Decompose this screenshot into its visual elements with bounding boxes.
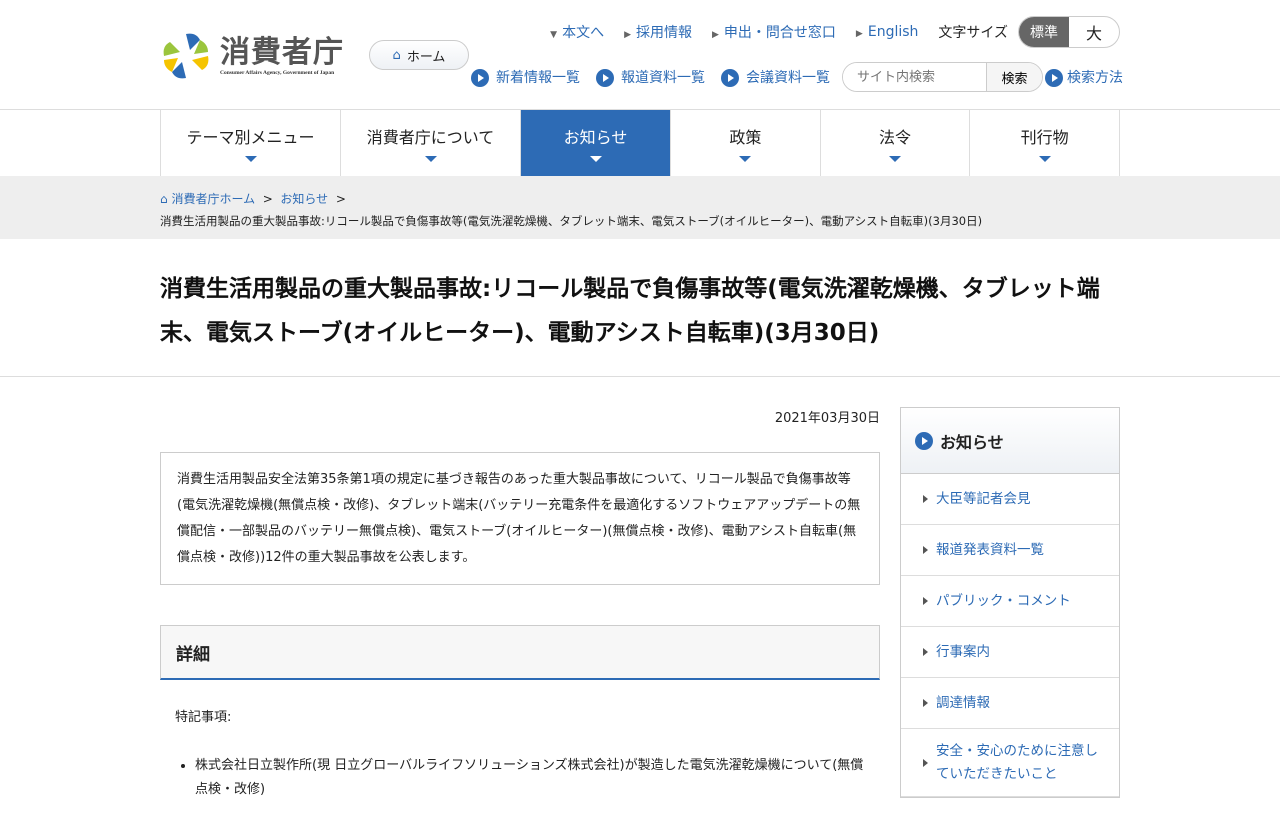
sidebar-item-safety[interactable]: 安全・安心のために注意していただきたいこと: [901, 729, 1119, 797]
search-input[interactable]: [843, 63, 986, 91]
new-info-link[interactable]: 新着情報一覧: [471, 67, 580, 87]
nav-publications[interactable]: 刊行物: [970, 110, 1121, 176]
triangle-right-icon: ▶: [624, 30, 631, 40]
breadcrumb: ⌂ 消費者庁ホーム > お知らせ > 消費生活用製品の重大製品事故:リコール製品…: [0, 176, 1280, 239]
logo-subtitle: Consumer Affairs Agency, Government of J…: [220, 70, 335, 76]
font-size-toggle: 標準 大: [1018, 16, 1120, 48]
nav-theme-menu[interactable]: テーマ別メニュー: [161, 110, 341, 176]
arrow-circle-icon: [721, 69, 739, 87]
font-size-large-button[interactable]: 大: [1069, 17, 1119, 47]
main-content: 2021年03月30日 消費生活用製品安全法第35条第1項の規定に基づき報告のあ…: [160, 407, 880, 828]
press-release-link[interactable]: 報道資料一覧: [596, 67, 705, 87]
sidebar-title: お知らせ: [940, 432, 1004, 452]
global-nav: テーマ別メニュー 消費者庁について お知らせ 政策 法令 刊行物: [160, 110, 1121, 176]
logo-mark-icon: [163, 33, 209, 79]
list-item: 株式会社日立製作所(現 日立グローバルライフソリューションズ株式会社)が製造した…: [195, 754, 865, 802]
chevron-down-icon: [424, 156, 437, 162]
home-label: ホーム: [406, 49, 446, 65]
chevron-down-icon: [889, 156, 901, 162]
english-link[interactable]: ▶ English: [856, 24, 918, 40]
logo[interactable]: 消費者庁 Consumer Affairs Agency, Government…: [160, 30, 344, 82]
arrow-circle-icon: [471, 69, 489, 87]
skip-to-content-link[interactable]: ▼ 本文へ: [550, 22, 604, 42]
logo-text: 消費者庁: [220, 35, 344, 70]
breadcrumb-home[interactable]: 消費者庁ホーム: [171, 192, 255, 206]
sidebar: お知らせ 大臣等記者会見 報道発表資料一覧 パブリック・コメント 行事案内 調達…: [900, 407, 1120, 798]
breadcrumb-current: 消費生活用製品の重大製品事故:リコール製品で負傷事故等(電気洗濯乾燥機、タブレッ…: [160, 214, 983, 228]
contact-link[interactable]: ▶ 申出・問合せ窓口: [712, 22, 836, 42]
home-icon: ⌂: [160, 192, 168, 206]
sidebar-item-press-releases[interactable]: 報道発表資料一覧: [901, 525, 1119, 576]
note-label: 特記事項:: [175, 710, 232, 725]
sidebar-item-public-comment[interactable]: パブリック・コメント: [901, 576, 1119, 627]
nav-policy[interactable]: 政策: [671, 110, 821, 176]
home-button[interactable]: ⌂ ホーム: [369, 40, 469, 70]
publish-date: 2021年03月30日: [774, 411, 880, 426]
arrow-circle-icon: [1045, 69, 1063, 87]
nav-about[interactable]: 消費者庁について: [341, 110, 521, 176]
sidebar-item-press-conference[interactable]: 大臣等記者会見: [901, 474, 1119, 525]
nav-news[interactable]: お知らせ: [521, 110, 671, 176]
site-header: 消費者庁 Consumer Affairs Agency, Government…: [0, 0, 1280, 110]
search-help-link[interactable]: 検索方法: [1045, 67, 1123, 87]
triangle-right-icon: ▶: [712, 30, 719, 40]
section-heading: 詳細: [160, 625, 880, 680]
site-search: 検索: [842, 62, 1043, 92]
recruit-link[interactable]: ▶ 採用情報: [624, 22, 692, 42]
arrow-circle-icon: [596, 69, 614, 87]
triangle-right-icon: ▶: [855, 29, 863, 39]
lead-text: 消費生活用製品安全法第35条第1項の規定に基づき報告のあった重大製品事故について…: [160, 452, 880, 585]
sidebar-item-procurement[interactable]: 調達情報: [901, 678, 1119, 729]
nav-law[interactable]: 法令: [821, 110, 971, 176]
sidebar-item-events[interactable]: 行事案内: [901, 627, 1119, 678]
search-button[interactable]: 検索: [986, 63, 1042, 91]
font-size-label: 文字サイズ: [938, 25, 1008, 41]
page-title: 消費生活用製品の重大製品事故:リコール製品で負傷事故等(電気洗濯乾燥機、タブレッ…: [160, 276, 1100, 346]
meeting-docs-link[interactable]: 会議資料一覧: [721, 67, 830, 87]
chevron-down-icon: [589, 156, 602, 162]
chevron-down-icon: [244, 156, 257, 162]
triangle-down-icon: ▼: [550, 30, 558, 40]
arrow-circle-icon: [915, 431, 933, 450]
home-icon: ⌂: [392, 47, 401, 63]
breadcrumb-news[interactable]: お知らせ: [280, 192, 328, 206]
chevron-down-icon: [1038, 156, 1051, 162]
font-size-standard-button[interactable]: 標準: [1019, 17, 1069, 47]
chevron-down-icon: [739, 156, 752, 162]
